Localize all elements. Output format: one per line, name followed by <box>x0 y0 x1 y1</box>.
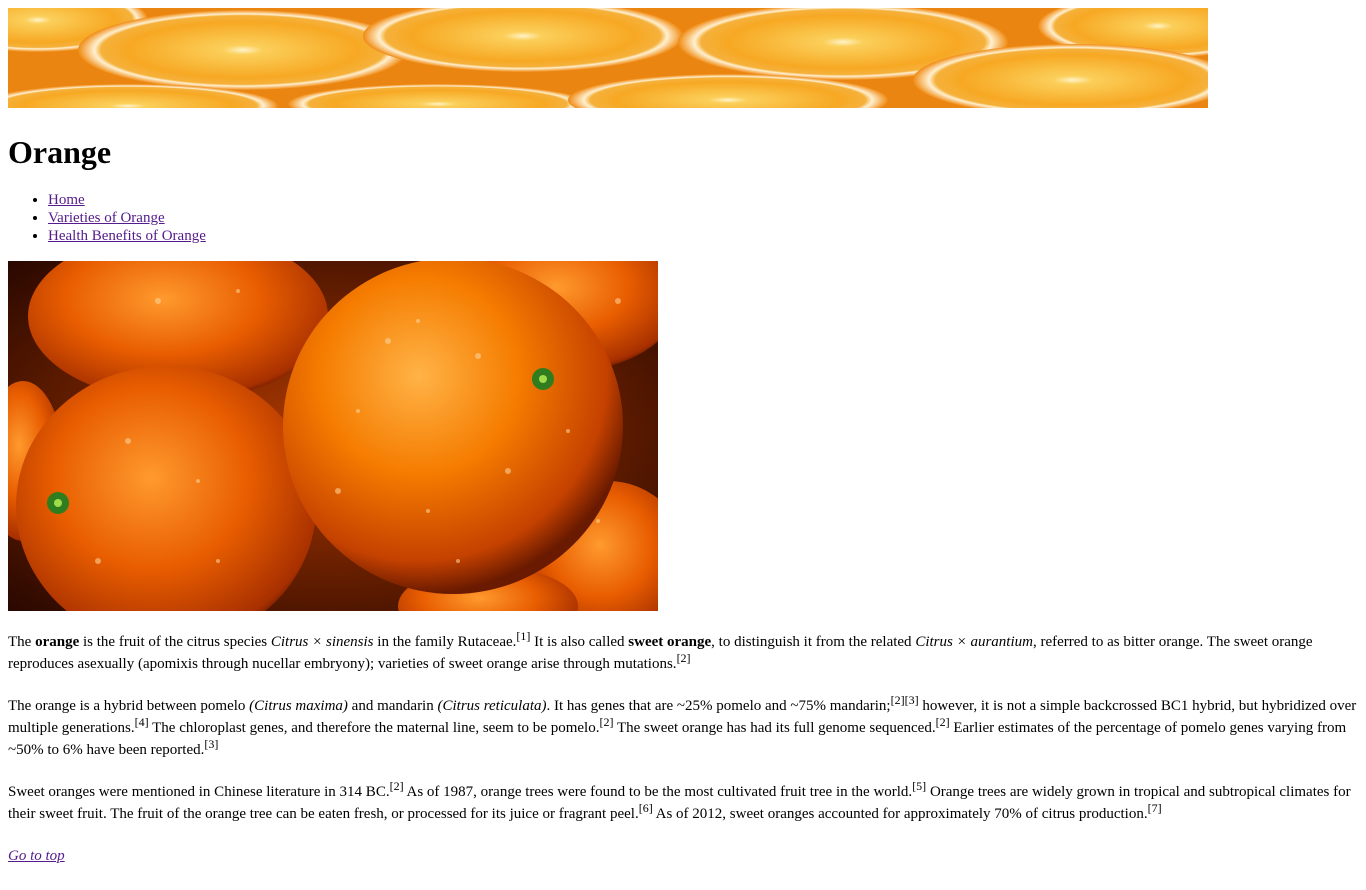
oranges-photo <box>8 261 658 611</box>
text: The orange is a hybrid between pomelo <box>8 698 250 714</box>
text: . It has genes that are ~25% pomelo and … <box>546 698 891 714</box>
citation-ref: [3] <box>204 737 219 751</box>
species-name: (Citrus reticulata) <box>437 698 547 714</box>
citation-ref: [5] <box>912 779 927 793</box>
paragraph-intro: The orange is the fruit of the citrus sp… <box>8 629 1358 675</box>
page-title: Orange <box>8 134 112 170</box>
nav-item-health-benefits: Health Benefits of Orange <box>48 227 1358 245</box>
text: It is also called <box>530 634 629 650</box>
go-to-top-link[interactable]: Go to top <box>8 845 1358 867</box>
paragraph-hybrid: The orange is a hybrid between pomelo (C… <box>8 693 1358 761</box>
text: The sweet orange has had its full genome… <box>613 720 936 736</box>
text: Sweet oranges were mentioned in Chinese … <box>8 784 390 800</box>
citation-ref: [6] <box>638 801 653 815</box>
species-name: Citrus × aurantium <box>915 634 1033 650</box>
citation-ref: [1] <box>516 629 531 643</box>
text: is the fruit of the citrus species <box>79 634 271 650</box>
nav-link-health-benefits[interactable]: Health Benefits of Orange <box>48 228 206 244</box>
text: in the family Rutaceae. <box>373 634 517 650</box>
text: The <box>8 634 36 650</box>
species-name: (Citrus maxima) <box>249 698 348 714</box>
nav-link-home[interactable]: Home <box>48 192 85 208</box>
text: As of 1987, orange trees were found to b… <box>403 784 913 800</box>
citation-ref: [2] <box>890 693 905 707</box>
paragraph-history: Sweet oranges were mentioned in Chinese … <box>8 779 1358 825</box>
text: , to distinguish it from the related <box>711 634 916 650</box>
nav-list: Home Varieties of Orange Health Benefits… <box>8 191 1358 245</box>
nav-item-varieties: Varieties of Orange <box>48 209 1358 227</box>
citation-ref: [2] <box>389 779 404 793</box>
citation-ref: [2] <box>676 651 691 665</box>
banner-image <box>8 8 1208 108</box>
citation-ref: [2] <box>935 715 950 729</box>
nav-link-varieties[interactable]: Varieties of Orange <box>48 210 165 226</box>
text: The chloroplast genes, and therefore the… <box>148 720 600 736</box>
species-name: Citrus × sinensis <box>270 634 374 650</box>
bold-term-orange: orange <box>35 634 80 650</box>
citation-ref: [7] <box>1147 801 1162 815</box>
citation-ref: [4] <box>134 715 149 729</box>
citation-ref: [3] <box>904 693 919 707</box>
text: As of 2012, sweet oranges accounted for … <box>652 806 1148 822</box>
bold-term-sweet-orange: sweet orange <box>628 634 712 650</box>
citation-ref: [2] <box>599 715 614 729</box>
page: Orange Home Varieties of Orange Health B… <box>0 0 1366 875</box>
nav-item-home: Home <box>48 191 1358 209</box>
text: and mandarin <box>347 698 438 714</box>
